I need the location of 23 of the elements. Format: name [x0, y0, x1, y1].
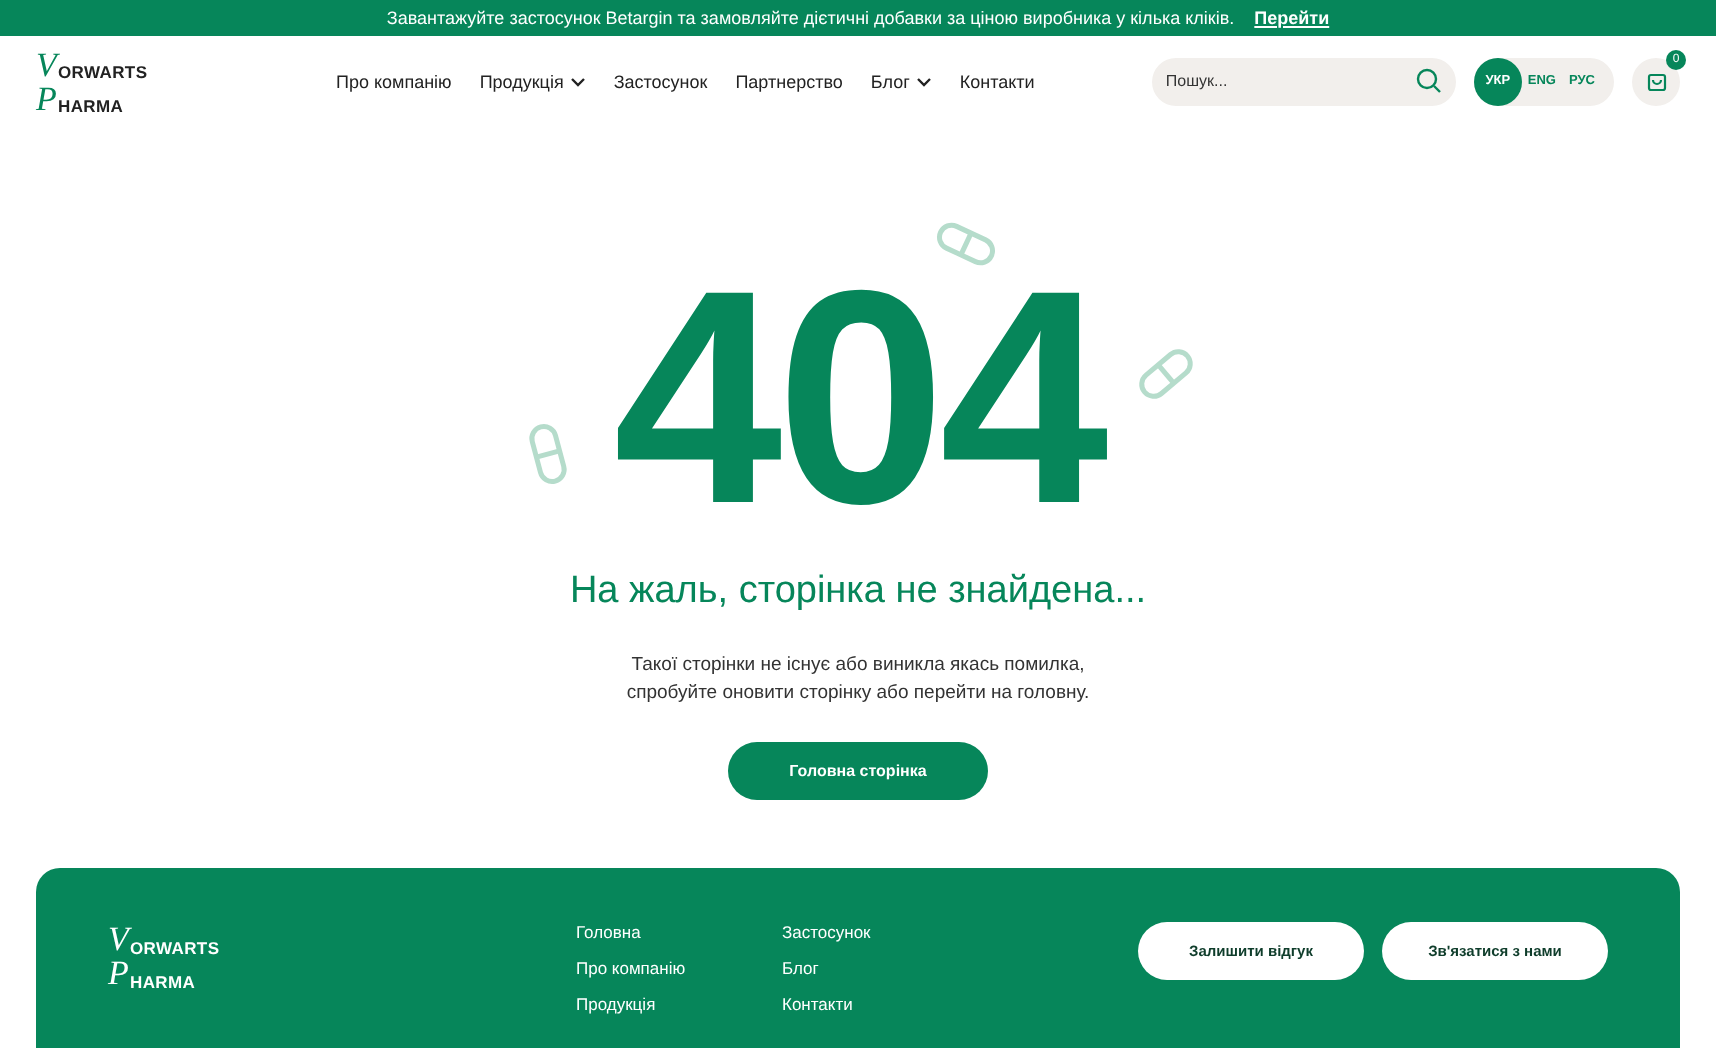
home-button[interactable]: Головна сторінка [728, 741, 988, 800]
nav-link[interactable]: Застосунок [613, 71, 708, 91]
logo[interactable]: VORWARTS PHARMA [108, 922, 236, 990]
nav-link[interactable]: Партнерство [735, 71, 843, 91]
search-field[interactable]: Пошук... [1151, 57, 1456, 105]
error-message: Такої сторінки не існує або виникла якась помилка, спробуйте оновити сторінку або перейти на головну. [626, 651, 1090, 708]
footer-link[interactable]: Головна [576, 922, 702, 944]
error-title: На жаль, сторінка не знайдена... [569, 569, 1147, 614]
nav-link[interactable]: Блог [870, 71, 932, 91]
banner-text: Завантажуйте застосунок Betargin та замовляйте дієтичні добавки за ціною виробника у кілька кліків. [386, 8, 1235, 28]
banner-link[interactable]: Перейти [1254, 8, 1330, 28]
footer-link[interactable]: Про компанію [576, 958, 702, 980]
error-code: 404 [613, 280, 1103, 518]
nav-link[interactable]: Про компанію [336, 71, 452, 91]
footer-link[interactable]: Продукція [576, 994, 702, 1016]
search-icon[interactable] [1415, 68, 1442, 94]
logo[interactable]: VORWARTS PHARMA [36, 47, 164, 115]
nav-link[interactable]: Контакти [959, 71, 1035, 91]
footer-link[interactable]: Блог [782, 958, 908, 980]
nav-link[interactable]: Продукція [479, 71, 586, 91]
bag-icon [1645, 70, 1667, 92]
footer-link[interactable]: Застосунок [782, 922, 908, 944]
footer-link[interactable]: Контакти [782, 994, 908, 1016]
